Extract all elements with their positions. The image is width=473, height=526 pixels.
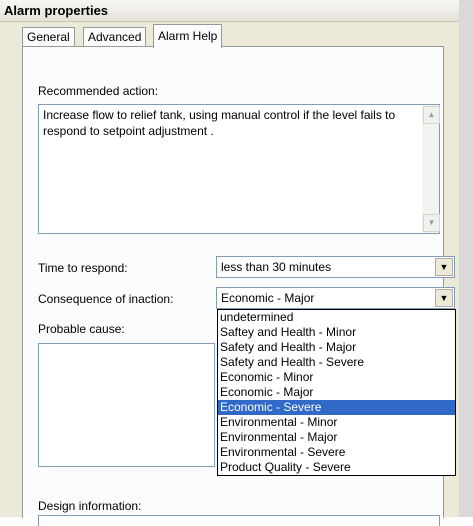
dropdown-option[interactable]: undetermined <box>218 310 455 325</box>
recommended-action-text: Increase flow to relief tank, using manu… <box>43 108 396 138</box>
chevron-down-icon[interactable]: ▼ <box>435 289 453 307</box>
dropdown-option[interactable]: Environmental - Major <box>218 430 455 445</box>
dropdown-option[interactable]: Safety and Health - Severe <box>218 355 455 370</box>
dropdown-option-highlighted[interactable]: Economic - Severe <box>218 400 455 415</box>
scroll-down-icon[interactable]: ▼ <box>423 214 440 232</box>
right-edge-strip <box>459 0 473 517</box>
dropdown-option[interactable]: Saftey and Health - Minor <box>218 325 455 340</box>
dropdown-option[interactable]: Environmental - Severe <box>218 445 455 460</box>
alarm-properties-dialog: Alarm properties x General Advanced Alar… <box>0 0 473 526</box>
dropdown-option[interactable]: Safety and Health - Major <box>218 340 455 355</box>
recommended-action-scrollbar[interactable]: ▲ ▼ <box>422 105 440 233</box>
design-information-label: Design information: <box>38 499 142 513</box>
dropdown-option[interactable]: Product Quality - Severe <box>218 460 455 475</box>
time-to-respond-value: less than 30 minutes <box>221 260 332 274</box>
recommended-action-label: Recommended action: <box>38 84 159 98</box>
time-to-respond-label: Time to respond: <box>38 261 128 275</box>
tab-general[interactable]: General <box>22 27 75 47</box>
probable-cause-label: Probable cause: <box>38 322 125 336</box>
consequence-label: Consequence of inaction: <box>38 292 174 306</box>
recommended-action-textarea[interactable]: Increase flow to relief tank, using manu… <box>38 104 440 234</box>
chevron-down-icon[interactable]: ▼ <box>435 258 453 276</box>
dropdown-option[interactable]: Environmental - Minor <box>218 415 455 430</box>
tab-alarm-help[interactable]: Alarm Help <box>153 24 223 48</box>
time-to-respond-select[interactable]: less than 30 minutes ▼ <box>216 256 455 278</box>
consequence-value: Economic - Major <box>221 291 315 305</box>
dropdown-option[interactable]: Economic - Major <box>218 385 455 400</box>
scroll-up-icon[interactable]: ▲ <box>423 106 440 124</box>
probable-cause-textarea[interactable] <box>38 343 215 467</box>
title-bar[interactable]: Alarm properties x <box>0 0 473 22</box>
consequence-dropdown-list[interactable]: undetermined Saftey and Health - Minor S… <box>217 309 456 476</box>
window-title: Alarm properties <box>4 3 109 18</box>
consequence-select[interactable]: Economic - Major ▼ <box>216 287 455 309</box>
dropdown-option[interactable]: Economic - Minor <box>218 370 455 385</box>
tab-advanced[interactable]: Advanced <box>83 27 147 47</box>
